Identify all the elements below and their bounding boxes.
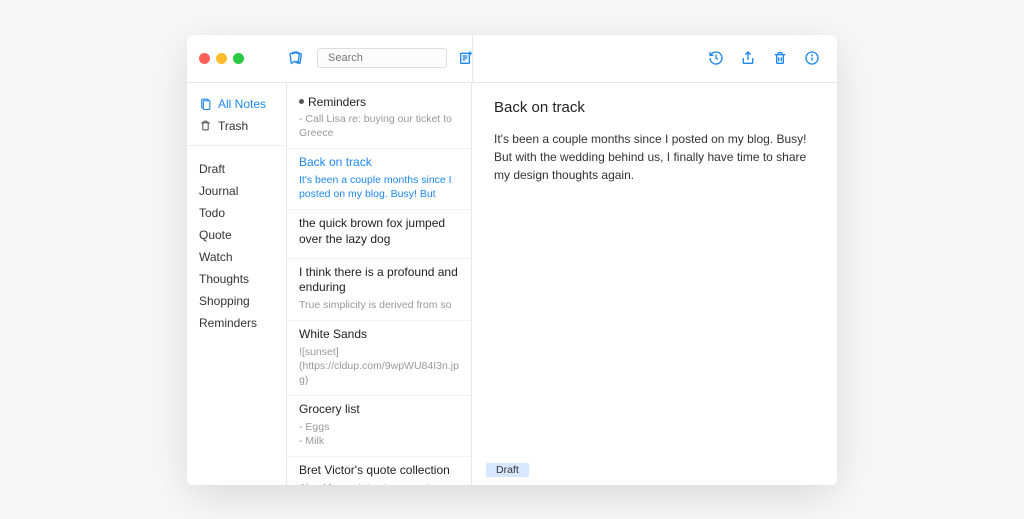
note-item[interactable]: I think there is a profound and enduring… (287, 259, 471, 321)
sidebar-tag-todo[interactable]: Todo (187, 202, 286, 224)
sidebar-all-notes-label: All Notes (218, 97, 266, 111)
note-preview: - Call Lisa re: buying our ticket to Gre… (299, 112, 459, 140)
note-item[interactable]: the quick brown fox jumped over the lazy… (287, 210, 471, 258)
share-icon[interactable] (739, 49, 757, 67)
note-title: White Sands (299, 327, 459, 343)
sidebar-tag-shopping[interactable]: Shopping (187, 290, 286, 312)
sidebar-trash-label: Trash (218, 119, 248, 133)
sidebar-trash[interactable]: Trash (187, 115, 286, 137)
editor-footer: Draft (472, 455, 837, 485)
note-item[interactable]: Back on track It's been a couple months s… (287, 149, 471, 210)
sidebar-tag-reminders[interactable]: Reminders (187, 312, 286, 334)
columns: All Notes Trash DraftJournalTodoQuoteWat… (187, 83, 837, 485)
note-preview: Alan Moore: interview on mtv.com I have … (299, 481, 459, 485)
titlebar (187, 35, 837, 83)
app-window: All Notes Trash DraftJournalTodoQuoteWat… (187, 35, 837, 485)
editor-body: It's been a couple months since I posted… (494, 130, 815, 184)
bullet-icon (299, 99, 304, 104)
fullscreen-window-button[interactable] (233, 53, 244, 64)
note-item[interactable]: Reminders- Call Lisa re: buying our tick… (287, 89, 471, 150)
note-title: Back on track (299, 155, 459, 171)
sidebar-tag-quote[interactable]: Quote (187, 224, 286, 246)
note-item[interactable]: Grocery list - Eggs - Milk (287, 396, 471, 457)
sidebar-all-notes[interactable]: All Notes (187, 93, 286, 115)
trash-small-icon (199, 119, 212, 132)
note-list: Reminders- Call Lisa re: buying our tick… (287, 83, 472, 485)
editor-content[interactable]: Back on track It's been a couple months … (472, 83, 837, 455)
tags-icon[interactable] (287, 49, 305, 67)
note-title: Grocery list (299, 402, 459, 418)
info-icon[interactable] (803, 49, 821, 67)
note-preview: True simplicity is derived from so (299, 298, 459, 312)
history-icon[interactable] (707, 49, 725, 67)
note-title: I think there is a profound and enduring (299, 265, 459, 296)
trash-icon[interactable] (771, 49, 789, 67)
note-title: Reminders (299, 95, 459, 111)
note-preview: ![sunset](https://cldup.com/9wpWU84I3n.j… (299, 345, 459, 388)
note-item[interactable]: White Sands ![sunset](https://cldup.com/9… (287, 321, 471, 396)
sidebar: All Notes Trash DraftJournalTodoQuoteWat… (187, 83, 287, 485)
sidebar-tag-watch[interactable]: Watch (187, 246, 286, 268)
sidebar-tag-draft[interactable]: Draft (187, 158, 286, 180)
close-window-button[interactable] (199, 53, 210, 64)
traffic-lights (187, 53, 287, 64)
search-box[interactable] (317, 48, 447, 68)
editor-title: Back on track (494, 99, 815, 116)
editor-pane: Back on track It's been a couple months … (472, 83, 837, 485)
note-title: the quick brown fox jumped over the lazy… (299, 216, 459, 247)
note-preview: - Eggs - Milk (299, 420, 459, 448)
note-item[interactable]: Bret Victor's quote collection Alan Moore… (287, 457, 471, 485)
sidebar-tag-journal[interactable]: Journal (187, 180, 286, 202)
sidebar-tag-thoughts[interactable]: Thoughts (187, 268, 286, 290)
note-preview: It's been a couple months since I posted… (299, 173, 459, 201)
search-input[interactable] (328, 52, 470, 64)
tag-chip-draft[interactable]: Draft (486, 463, 529, 477)
notes-icon (199, 97, 212, 110)
minimize-window-button[interactable] (216, 53, 227, 64)
note-title: Bret Victor's quote collection (299, 463, 459, 479)
tag-list: DraftJournalTodoQuoteWatchThoughtsShoppi… (187, 154, 286, 334)
